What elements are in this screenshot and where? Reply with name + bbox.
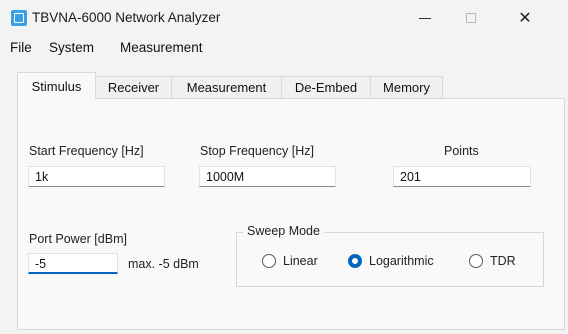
tab-receiver[interactable]: Receiver <box>95 76 172 98</box>
stop-frequency-field[interactable]: 1000M <box>199 166 336 187</box>
close-icon: ✕ <box>518 10 532 27</box>
minimize-button[interactable] <box>402 0 448 36</box>
menu-measurement[interactable]: Measurement <box>120 40 203 55</box>
radio-unchecked-icon <box>469 254 483 268</box>
maximize-button[interactable] <box>448 0 494 36</box>
tab-measurement[interactable]: Measurement <box>171 76 282 98</box>
points-label: Points <box>444 144 479 158</box>
menu-file[interactable]: File <box>10 40 32 55</box>
tab-stimulus[interactable]: Stimulus <box>17 72 96 99</box>
app-icon <box>11 10 27 26</box>
radio-logarithmic[interactable]: Logarithmic <box>348 254 434 268</box>
tab-de-embed[interactable]: De-Embed <box>281 76 371 98</box>
radio-tdr-label: TDR <box>490 254 516 268</box>
tab-memory[interactable]: Memory <box>370 76 443 98</box>
radio-unchecked-icon <box>262 254 276 268</box>
maximize-icon <box>466 13 476 23</box>
close-button[interactable]: ✕ <box>502 0 548 36</box>
radio-linear[interactable]: Linear <box>262 254 318 268</box>
points-field[interactable]: 201 <box>393 166 531 187</box>
stimulus-panel <box>17 98 565 330</box>
radio-checked-icon <box>348 254 362 268</box>
menu-bar: File System Measurement <box>0 38 568 60</box>
radio-tdr[interactable]: TDR <box>469 254 516 268</box>
port-power-max-text: max. -5 dBm <box>128 257 199 271</box>
sweep-mode-title: Sweep Mode <box>243 224 324 238</box>
minimize-icon <box>419 17 431 19</box>
title-bar: TBVNA-6000 Network Analyzer ✕ <box>0 0 568 36</box>
radio-logarithmic-label: Logarithmic <box>369 254 434 268</box>
menu-system[interactable]: System <box>49 40 94 55</box>
stop-frequency-label: Stop Frequency [Hz] <box>200 144 314 158</box>
port-power-label: Port Power [dBm] <box>29 232 127 246</box>
radio-linear-label: Linear <box>283 254 318 268</box>
window-title: TBVNA-6000 Network Analyzer <box>32 10 221 25</box>
start-frequency-label: Start Frequency [Hz] <box>29 144 144 158</box>
port-power-field[interactable]: -5 <box>28 253 118 274</box>
start-frequency-field[interactable]: 1k <box>28 166 165 187</box>
